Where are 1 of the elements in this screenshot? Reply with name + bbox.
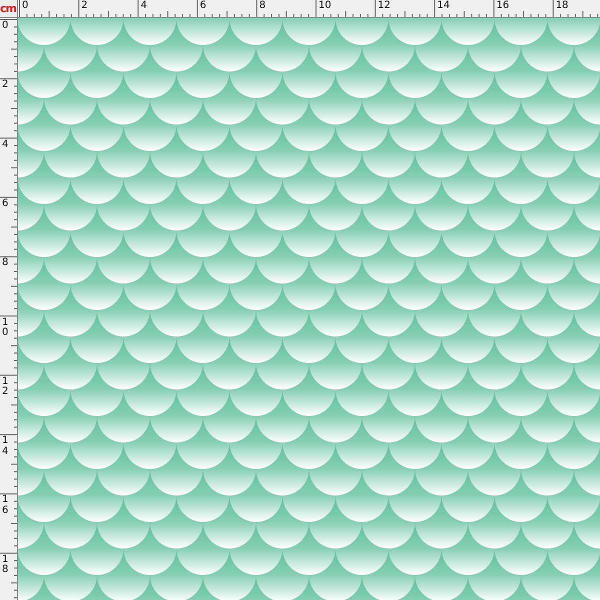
ruler-unit: cm xyxy=(0,2,16,15)
